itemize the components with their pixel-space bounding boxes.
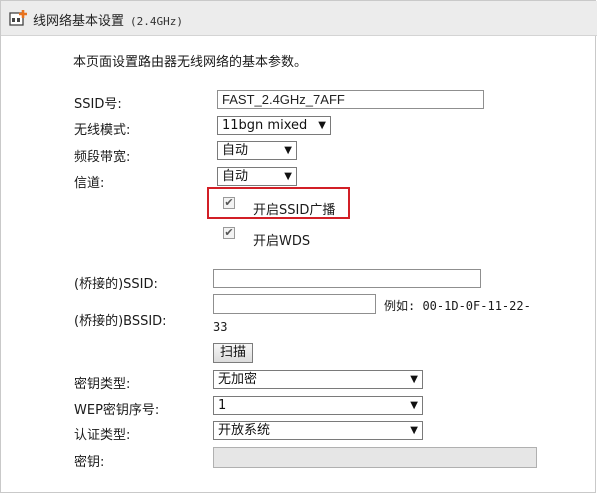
key-input[interactable] <box>213 447 537 468</box>
ssid-label: SSID号: <box>74 97 122 112</box>
wireless-mode-label: 无线模式: <box>74 123 131 138</box>
dropdown-arrow-icon: ▼ <box>410 374 418 385</box>
bssid-example-hint-cont: 33 <box>213 320 228 334</box>
auth-type-value: 开放系统 <box>218 423 271 438</box>
panel-header: 线网络基本设置 (2.4GHz) <box>1 1 597 36</box>
page-description: 本页面设置路由器无线网络的基本参数。 <box>73 55 308 70</box>
wds-label: 开启WDS <box>253 234 311 249</box>
auth-type-select[interactable]: 开放系统 ▼ <box>213 421 423 440</box>
dropdown-arrow-icon: ▼ <box>284 171 292 182</box>
wep-index-select[interactable]: 1 ▼ <box>213 396 423 415</box>
settings-panel: 线网络基本设置 (2.4GHz) 本页面设置路由器无线网络的基本参数。 SSID号… <box>0 0 597 493</box>
page-title: 线网络基本设置 (2.4GHz) <box>33 10 183 29</box>
wep-index-value: 1 <box>218 398 227 413</box>
bssid-example-hint: 例如: 00-1D-0F-11-22- <box>384 299 531 313</box>
channel-value: 自动 <box>222 169 249 184</box>
scan-button[interactable]: 扫描 <box>213 343 254 363</box>
dropdown-arrow-icon: ▼ <box>410 425 418 436</box>
wireless-mode-value: 11bgn mixed <box>222 118 308 133</box>
ssid-broadcast-label: 开启SSID广播 <box>253 203 336 218</box>
checkmark-icon: ✔ <box>224 226 234 239</box>
ssid-input[interactable]: FAST_2.4GHz_7AFF <box>217 90 484 109</box>
bridge-bssid-label: (桥接的)BSSID: <box>74 314 167 329</box>
channel-label: 信道: <box>74 176 105 191</box>
page-title-text: 线网络基本设置 <box>33 14 125 29</box>
bridge-ssid-label: (桥接的)SSID: <box>74 277 158 292</box>
checkmark-icon: ✔ <box>224 196 234 209</box>
channel-select[interactable]: 自动 ▼ <box>217 167 297 186</box>
bandwidth-value: 自动 <box>222 143 249 158</box>
wds-checkbox[interactable]: ✔ <box>223 227 235 239</box>
key-type-select[interactable]: 无加密 ▼ <box>213 370 423 389</box>
bandwidth-label: 频段带宽: <box>74 150 131 165</box>
key-label: 密钥: <box>74 455 105 470</box>
key-type-label: 密钥类型: <box>74 377 131 392</box>
bridge-bssid-input[interactable] <box>213 294 376 314</box>
dropdown-arrow-icon: ▼ <box>284 145 292 156</box>
bandwidth-select[interactable]: 自动 ▼ <box>217 141 297 160</box>
ssid-broadcast-checkbox[interactable]: ✔ <box>223 197 235 209</box>
key-type-value: 无加密 <box>218 372 258 387</box>
dropdown-arrow-icon: ▼ <box>410 400 418 411</box>
router-settings-icon <box>9 10 27 26</box>
wireless-mode-select[interactable]: 11bgn mixed ▼ <box>217 116 331 135</box>
bridge-ssid-input[interactable] <box>213 269 481 288</box>
wep-index-label: WEP密钥序号: <box>74 403 160 418</box>
auth-type-label: 认证类型: <box>74 428 131 443</box>
band-label: (2.4GHz) <box>130 15 183 28</box>
dropdown-arrow-icon: ▼ <box>318 120 326 131</box>
